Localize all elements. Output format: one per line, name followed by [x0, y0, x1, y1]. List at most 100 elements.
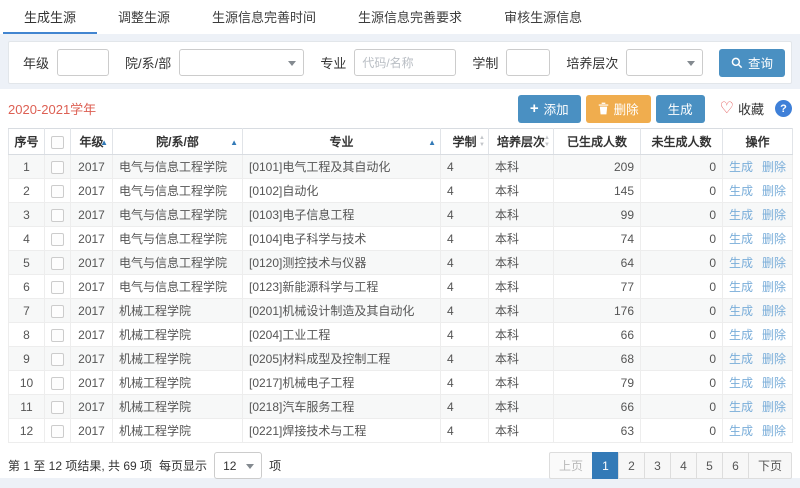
tab-5[interactable]: 审核生源信息: [483, 0, 603, 34]
row-generate-link[interactable]: 生成: [729, 184, 753, 198]
row-generate-link[interactable]: 生成: [729, 160, 753, 174]
row-delete-link[interactable]: 删除: [762, 280, 786, 294]
row-checkbox[interactable]: [51, 185, 64, 198]
column-header-grade[interactable]: 年级▲: [71, 129, 113, 155]
delete-button[interactable]: 删除: [586, 95, 651, 123]
row-delete-link[interactable]: 删除: [762, 232, 786, 246]
row-delete-link[interactable]: 删除: [762, 424, 786, 438]
row-generate-link[interactable]: 生成: [729, 400, 753, 414]
favorite-label: 收藏: [738, 99, 764, 118]
per-page-select[interactable]: 12: [214, 452, 262, 479]
row-checkbox[interactable]: [51, 425, 64, 438]
row-delete-link[interactable]: 删除: [762, 184, 786, 198]
row-delete-link[interactable]: 删除: [762, 304, 786, 318]
add-button[interactable]: + 添加: [518, 95, 581, 123]
per-page-suffix: 项: [269, 457, 281, 474]
cell-major: [0204]工业工程: [243, 323, 441, 347]
duration-input[interactable]: [506, 49, 550, 76]
pagination-page-5[interactable]: 5: [696, 452, 723, 479]
row-generate-link[interactable]: 生成: [729, 352, 753, 366]
add-button-label: 添加: [544, 99, 569, 118]
column-header-duration[interactable]: 学制▲▼: [441, 129, 489, 155]
row-checkbox[interactable]: [51, 161, 64, 174]
cell-level: 本科: [489, 347, 554, 371]
cell-duration: 4: [441, 275, 489, 299]
row-generate-link[interactable]: 生成: [729, 376, 753, 390]
row-checkbox[interactable]: [51, 377, 64, 390]
pagination-page-4[interactable]: 4: [670, 452, 697, 479]
search-button[interactable]: 查询: [719, 49, 785, 77]
row-delete-link[interactable]: 删除: [762, 208, 786, 222]
major-label: 专业: [320, 53, 346, 72]
cell-actions: 生成删除: [723, 251, 793, 275]
cell-major: [0123]新能源科学与工程: [243, 275, 441, 299]
pagination-prev-button[interactable]: 上页: [549, 452, 593, 479]
per-page-label: 每页显示: [159, 457, 207, 474]
row-checkbox[interactable]: [51, 281, 64, 294]
row-generate-link[interactable]: 生成: [729, 256, 753, 270]
search-icon: [731, 57, 743, 69]
cell-level: 本科: [489, 203, 554, 227]
cell-duration: 4: [441, 299, 489, 323]
column-header-level[interactable]: 培养层次▲▼: [489, 129, 554, 155]
cell-grade: 2017: [71, 203, 113, 227]
department-select[interactable]: [179, 49, 304, 76]
row-delete-link[interactable]: 删除: [762, 160, 786, 174]
pagination-page-3[interactable]: 3: [644, 452, 671, 479]
cell-grade: 2017: [71, 155, 113, 179]
row-generate-link[interactable]: 生成: [729, 232, 753, 246]
pagination-next-button[interactable]: 下页: [748, 452, 792, 479]
cell-ungenerated: 0: [641, 227, 723, 251]
row-checkbox[interactable]: [51, 353, 64, 366]
row-checkbox[interactable]: [51, 329, 64, 342]
cell-level: 本科: [489, 323, 554, 347]
table-header-row: 序号年级▲院/系/部▲专业▲学制▲▼培养层次▲▼已生成人数未生成人数操作: [9, 129, 793, 155]
row-checkbox[interactable]: [51, 401, 64, 414]
grade-label: 年级: [23, 53, 49, 72]
cell-major: [0104]电子科学与技术: [243, 227, 441, 251]
grade-input[interactable]: [57, 49, 109, 76]
pagination-page-2[interactable]: 2: [618, 452, 645, 479]
pagination-page-1[interactable]: 1: [592, 452, 619, 479]
column-label-duration: 学制: [452, 135, 476, 149]
column-header-major[interactable]: 专业▲: [243, 129, 441, 155]
cell-major: [0201]机械设计制造及其自动化: [243, 299, 441, 323]
major-input[interactable]: [354, 49, 456, 76]
tab-1[interactable]: 生成生源: [3, 0, 97, 34]
row-delete-link[interactable]: 删除: [762, 256, 786, 270]
row-generate-link[interactable]: 生成: [729, 208, 753, 222]
tab-2[interactable]: 调整生源: [97, 0, 191, 34]
data-table: 序号年级▲院/系/部▲专业▲学制▲▼培养层次▲▼已生成人数未生成人数操作 120…: [8, 128, 793, 443]
row-checkbox[interactable]: [51, 209, 64, 222]
generate-button[interactable]: 生成: [656, 95, 705, 123]
row-checkbox[interactable]: [51, 305, 64, 318]
row-generate-link[interactable]: 生成: [729, 424, 753, 438]
row-checkbox[interactable]: [51, 233, 64, 246]
row-delete-link[interactable]: 删除: [762, 376, 786, 390]
row-delete-link[interactable]: 删除: [762, 352, 786, 366]
cell-duration: 4: [441, 155, 489, 179]
tab-3[interactable]: 生源信息完善时间: [191, 0, 337, 34]
row-generate-link[interactable]: 生成: [729, 280, 753, 294]
column-header-department[interactable]: 院/系/部▲: [113, 129, 243, 155]
cell-level: 本科: [489, 251, 554, 275]
select-all-checkbox[interactable]: [51, 136, 64, 149]
row-checkbox[interactable]: [51, 257, 64, 270]
cell-generated: 66: [554, 323, 641, 347]
cell-major: [0218]汽车服务工程: [243, 395, 441, 419]
row-generate-link[interactable]: 生成: [729, 328, 753, 342]
column-header-generated: 已生成人数: [554, 129, 641, 155]
tab-4[interactable]: 生源信息完善要求: [337, 0, 483, 34]
row-generate-link[interactable]: 生成: [729, 304, 753, 318]
cell-actions: 生成删除: [723, 395, 793, 419]
row-delete-link[interactable]: 删除: [762, 328, 786, 342]
cell-actions: 生成删除: [723, 227, 793, 251]
cell-checkbox: [45, 275, 71, 299]
favorite-button[interactable]: ♡ 收藏: [720, 99, 764, 118]
help-icon[interactable]: ?: [775, 100, 792, 117]
pagination-page-6[interactable]: 6: [722, 452, 749, 479]
cell-ungenerated: 0: [641, 299, 723, 323]
row-delete-link[interactable]: 删除: [762, 400, 786, 414]
cell-generated: 68: [554, 347, 641, 371]
level-select[interactable]: [626, 49, 703, 76]
